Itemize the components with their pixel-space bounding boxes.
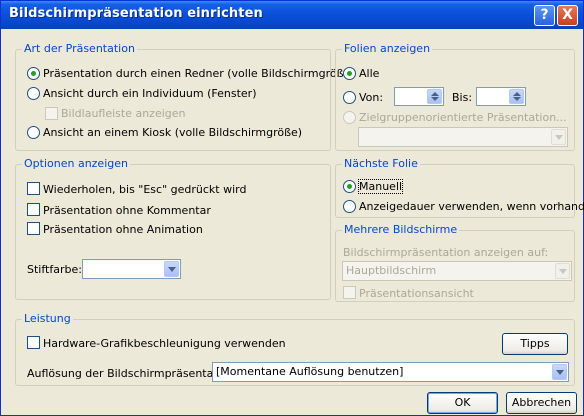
- checkbox-hardware-beschleunigung[interactable]: [27, 336, 40, 349]
- close-button[interactable]: X: [557, 5, 578, 26]
- title-bar: Bildschirmpräsentation einrichten ? X: [1, 1, 583, 29]
- label-bildlaufleiste: Bildlaufleiste anzeigen: [61, 107, 186, 120]
- monitor-dropdown: Hauptbildschirm: [342, 261, 572, 281]
- label-wiederholen[interactable]: Wiederholen, bis "Esc" gedrückt wird: [43, 183, 246, 196]
- dialog-window: Bildschirmpräsentation einrichten ? X Ar…: [0, 0, 584, 416]
- label-individuum[interactable]: Ansicht durch ein Individuum (Fenster): [43, 87, 257, 100]
- help-button[interactable]: ?: [534, 5, 555, 26]
- tipps-button[interactable]: Tipps: [502, 333, 568, 355]
- radio-alle[interactable]: [343, 67, 356, 80]
- dialog-title: Bildschirmpräsentation einrichten: [9, 6, 263, 21]
- group-title: Folien anzeigen: [342, 42, 433, 55]
- label-ohne-kommentar[interactable]: Präsentation ohne Kommentar: [43, 204, 211, 217]
- group-title: Optionen anzeigen: [22, 157, 130, 170]
- label-hardware-beschleunigung[interactable]: Hardware-Grafikbeschleunigung verwenden: [43, 337, 286, 350]
- group-title: Nächste Folie: [342, 157, 420, 170]
- bis-spinner[interactable]: [509, 89, 524, 104]
- radio-individuum[interactable]: [27, 87, 40, 100]
- label-ohne-animation[interactable]: Präsentation ohne Animation: [43, 223, 203, 236]
- checkbox-wiederholen[interactable]: [27, 182, 40, 195]
- aufloesung-dropdown[interactable]: [Momentane Auflösung benutzen]: [212, 362, 569, 382]
- group-title: Art der Präsentation: [22, 42, 137, 55]
- label-zielgruppe: Zielgruppenorientierte Präsentation...: [359, 111, 567, 124]
- label-manuell[interactable]: Manuell: [357, 179, 404, 194]
- group-title: Mehrere Bildschirme: [342, 223, 460, 236]
- radio-von[interactable]: [343, 91, 356, 104]
- monitor-value: Hauptbildschirm: [346, 264, 437, 277]
- group-title: Leistung: [22, 312, 73, 325]
- checkbox-ohne-animation[interactable]: [27, 222, 40, 235]
- label-kiosk[interactable]: Ansicht an einem Kiosk (volle Bildschirm…: [43, 126, 302, 139]
- aufloesung-value: [Momentane Auflösung benutzen]: [216, 365, 404, 378]
- label-stiftfarbe: Stiftfarbe:: [27, 263, 82, 276]
- label-anzeigedauer[interactable]: Anzeigedauer verwenden, wenn vorhanden: [359, 200, 584, 213]
- von-input[interactable]: [394, 87, 444, 106]
- label-von: Von:: [359, 91, 384, 104]
- radio-zielgruppe: [343, 111, 356, 124]
- checkbox-praesentationsansicht: [343, 286, 356, 299]
- chevron-down-icon: [555, 263, 570, 279]
- chevron-down-icon[interactable]: [164, 261, 179, 277]
- von-spinner[interactable]: [427, 89, 442, 104]
- chevron-down-icon: [551, 129, 566, 145]
- checkbox-ohne-kommentar[interactable]: [27, 203, 40, 216]
- checkbox-bildlaufleiste: [45, 107, 58, 120]
- radio-redner[interactable]: [27, 67, 40, 80]
- label-alle[interactable]: Alle: [359, 67, 379, 80]
- radio-manuell[interactable]: [343, 180, 356, 193]
- radio-kiosk[interactable]: [27, 126, 40, 139]
- stiftfarbe-dropdown[interactable]: [82, 259, 181, 279]
- bis-input[interactable]: [476, 87, 526, 106]
- label-bis: Bis:: [452, 91, 473, 104]
- radio-anzeigedauer[interactable]: [343, 200, 356, 213]
- cancel-button[interactable]: Abbrechen: [506, 392, 577, 414]
- label-aufloesung: Auflösung der Bildschirmpräsentation:: [27, 367, 239, 380]
- label-praesentationsansicht: Präsentationsansicht: [359, 287, 474, 300]
- zielgruppe-dropdown: [358, 127, 568, 147]
- label-redner[interactable]: Präsentation durch einen Redner (volle B…: [43, 67, 355, 80]
- chevron-down-icon[interactable]: [552, 364, 567, 380]
- ok-button[interactable]: OK: [427, 392, 498, 414]
- label-anzeigen-auf: Bildschirmpräsentation anzeigen auf:: [343, 246, 549, 259]
